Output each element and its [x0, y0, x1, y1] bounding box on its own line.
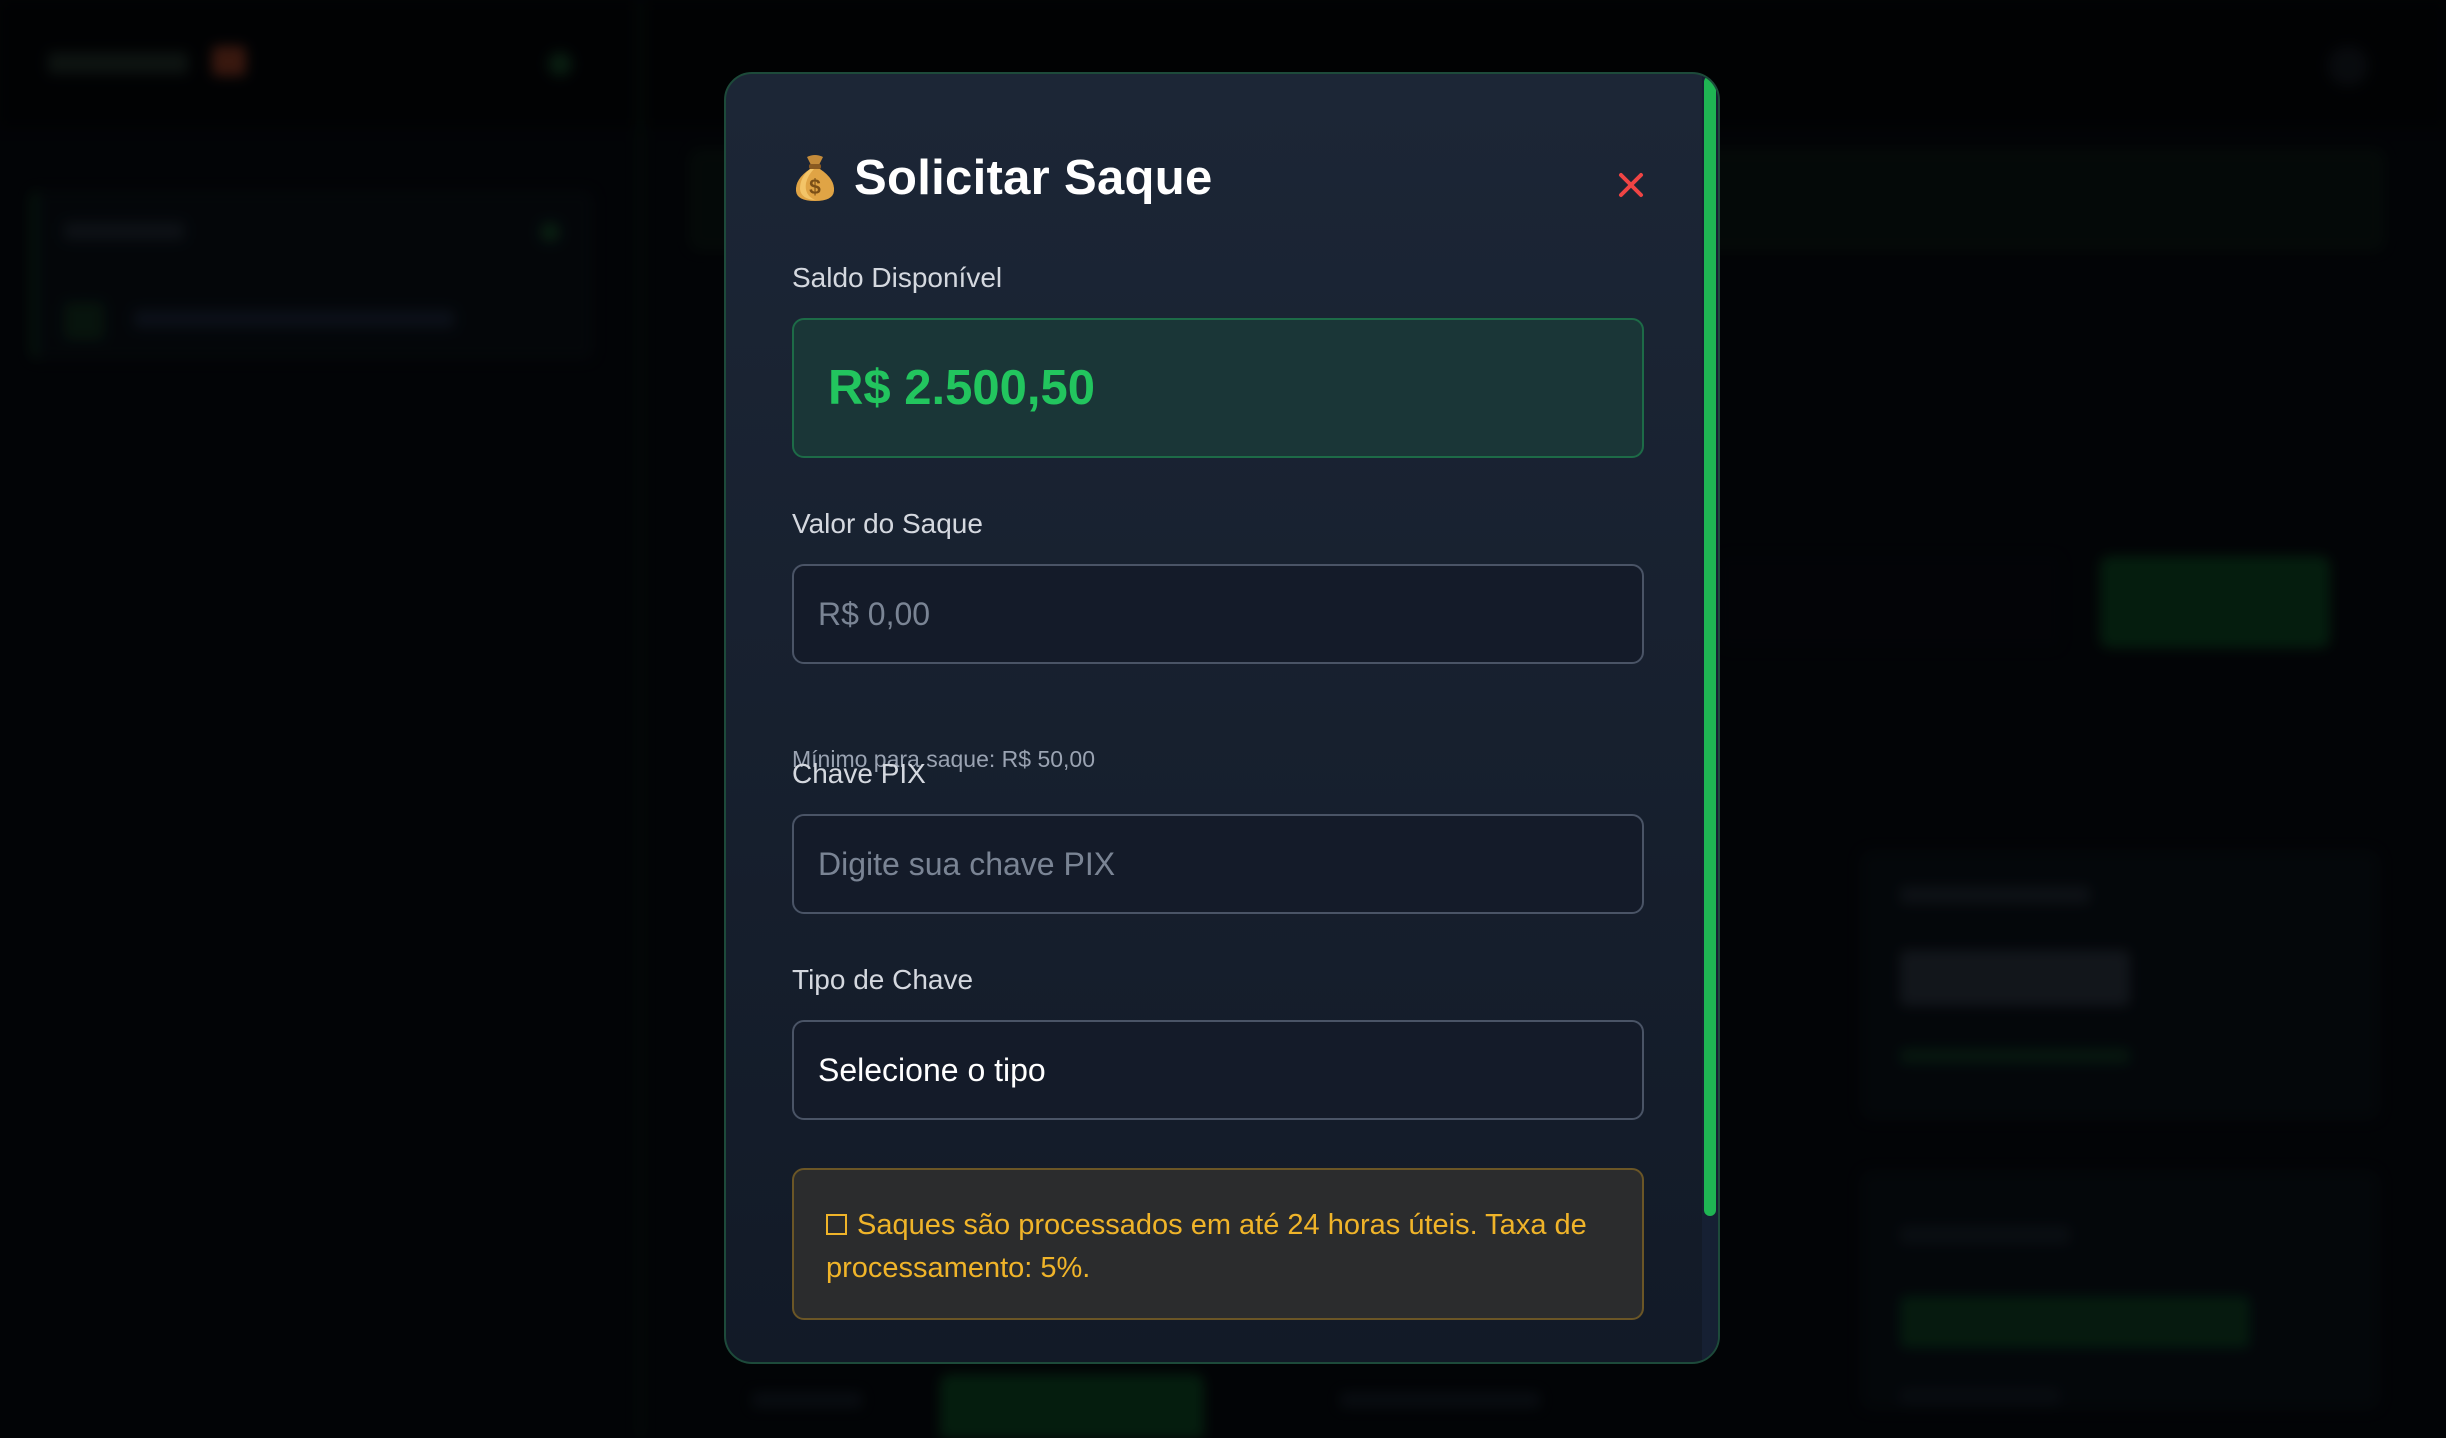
amount-label: Valor do Saque: [792, 508, 983, 539]
svg-text:$: $: [809, 176, 821, 199]
money-bag-icon: $: [795, 155, 835, 201]
withdraw-modal: $ Solicitar Saque Saldo Disponível R$ 2.…: [724, 72, 1720, 1364]
pix-key-field[interactable]: [792, 814, 1644, 914]
square-icon: [826, 1214, 847, 1235]
close-button[interactable]: [1608, 162, 1654, 208]
key-type-label: Tipo de Chave: [792, 964, 974, 995]
key-type-selected: Selecione o tipo: [818, 1052, 1046, 1088]
modal-title: Solicitar Saque: [854, 151, 1213, 205]
pix-key-input[interactable]: [794, 816, 1642, 912]
modal-header: $ Solicitar Saque: [792, 142, 1213, 214]
processing-notice: Saques são processados em até 24 horas ú…: [792, 1168, 1644, 1320]
balance-label: Saldo Disponível: [792, 262, 1003, 293]
balance-value: R$ 2.500,50: [828, 361, 1095, 415]
close-icon: [1619, 173, 1643, 197]
modal-scrollbar-thumb[interactable]: [1704, 76, 1716, 1216]
amount-field[interactable]: [792, 564, 1644, 664]
processing-notice-text: Saques são processados em até 24 horas ú…: [826, 1209, 1587, 1284]
pix-key-label: Chave PIX: [792, 758, 926, 789]
amount-input[interactable]: [794, 566, 1642, 662]
balance-display: R$ 2.500,50: [792, 318, 1644, 458]
key-type-select[interactable]: Selecione o tipo: [792, 1020, 1644, 1120]
modal-scrollbar[interactable]: [1702, 74, 1718, 1362]
